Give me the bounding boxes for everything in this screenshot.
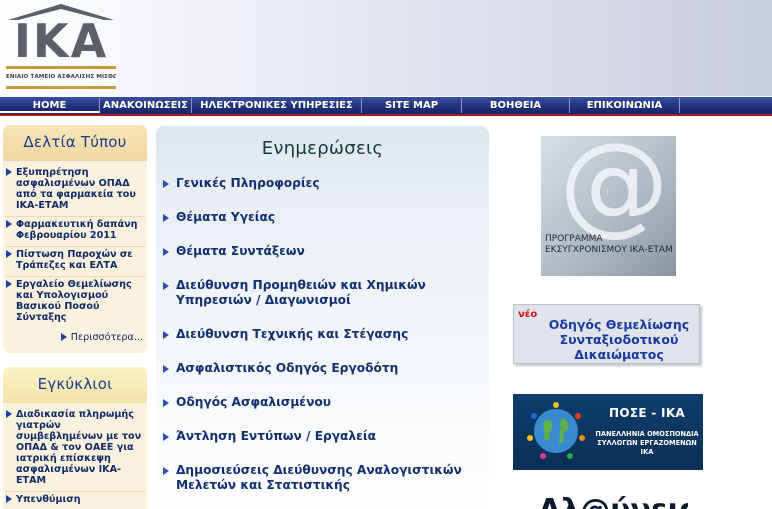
arrow-right-icon — [163, 214, 169, 222]
pension-guide-text: Οδηγός Θεμελίωσης Συνταξιοδοτικού Δικαιώ… — [548, 317, 690, 362]
list-item[interactable]: Εξυπηρέτηση ασφαλισμένων ΟΠΑΔ από τα φαρ… — [5, 165, 145, 217]
updates-item[interactable]: Οδηγός Ασφαλισμένου — [163, 395, 481, 410]
list-item[interactable]: Διαδικασία πληρωμής γιατρών συμβεβλημένω… — [5, 407, 145, 492]
updates-list: Γενικές Πληροφορίες Θέματα Υγείας Θέματα… — [156, 176, 489, 493]
nav-e-services[interactable]: ΗΛΕΚΤΡΟΝΙΚΕΣ ΥΠΗΡΕΣΙΕΣ — [192, 98, 362, 113]
circulars-list: Διαδικασία πληρωμής γιατρών συμβεβλημένω… — [3, 403, 147, 509]
site-header: ΙΚΑ ΕΝΙΑΙΟ ΤΑΜΕΙΟ ΑΣΦΑΛΙΣΗΣ ΜΙΣΘΩΤΩΝ — [0, 0, 772, 96]
ika-logo[interactable]: ΙΚΑ ΕΝΙΑΙΟ ΤΑΜΕΙΟ ΑΣΦΑΛΙΣΗΣ ΜΙΣΘΩΤΩΝ — [4, 2, 118, 94]
press-releases-list: Εξυπηρέτηση ασφαλισμένων ΟΠΑΔ από τα φαρ… — [3, 161, 147, 332]
updates-item[interactable]: Θέματα Υγείας — [163, 210, 481, 225]
list-item[interactable]: Εργαλείο Θεμελίωσης και Υπολογισμού Βασι… — [5, 277, 145, 328]
arrow-right-icon — [6, 495, 12, 503]
updates-item[interactable]: Διεύθυνση Προμηθειών και Χημικών Υπηρεσι… — [163, 278, 481, 308]
press-releases-title: Δελτία Τύπου — [3, 125, 147, 161]
updates-panel: Ενημερώσεις Γενικές Πληροφορίες Θέματα Υ… — [156, 126, 489, 509]
modernization-text: ΠΡΟΓΡΑΜΜΑ ΕΚΣΥΓΧΡΟΝΙΣΜΟΥ ΙΚΑ-ΕΤΑΜ — [545, 234, 673, 255]
arrow-right-icon — [6, 220, 12, 228]
list-item[interactable]: Υπενθύμιση — [5, 492, 145, 509]
pose-subtitle: ΠΑΝΕΛΛΗΝΙΑ ΟΜΟΣΠΟΝΔΙΑ ΣΥΛΛΟΓΩΝ ΕΡΓΑΖΟΜΕΝ… — [595, 430, 699, 456]
updates-item[interactable]: Ασφαλιστικός Οδηγός Εργοδότη — [163, 361, 481, 376]
list-item[interactable]: Πίστωση Παροχών σε Τράπεζες και ΕΛΤΑ — [5, 247, 145, 277]
arrow-right-icon — [163, 433, 169, 441]
logo-rule-bottom — [6, 86, 116, 89]
updates-item[interactable]: Άντληση Εντύπων / Εργαλεία — [163, 429, 481, 444]
arrow-right-icon — [6, 410, 12, 418]
updates-item[interactable]: Δημοσιεύσεις Διεύθυνσης Αναλογιστικών Με… — [163, 463, 481, 493]
arrow-right-icon — [6, 168, 12, 176]
arrow-right-icon — [163, 180, 169, 188]
updates-title: Ενημερώσεις — [261, 138, 384, 159]
logo-rule-top — [6, 66, 116, 69]
alilengyi-logo[interactable]: Αλ@ύνεια — [538, 496, 688, 509]
nav-contact[interactable]: ΕΠΙΚΟΙΝΩΝΙΑ — [570, 98, 680, 113]
arrow-right-icon — [163, 399, 169, 407]
list-item[interactable]: Φαρμακευτική δαπάνη Φεβρουαρίου 2011 — [5, 217, 145, 247]
press-more-link[interactable]: Περισσότερα... — [3, 332, 147, 353]
new-badge: νέο — [518, 309, 538, 320]
nav-announcements[interactable]: ΑΝΑΚΟΙΝΩΣΕΙΣ — [100, 98, 192, 113]
main-nav: HOME ΑΝΑΚΟΙΝΩΣΕΙΣ ΗΛΕΚΤΡΟΝΙΚΕΣ ΥΠΗΡΕΣΙΕΣ… — [0, 97, 772, 116]
arrow-right-icon — [163, 282, 169, 290]
nav-home[interactable]: HOME — [0, 98, 100, 113]
pension-guide-banner[interactable]: νέο Οδηγός Θεμελίωσης Συνταξιοδοτικού Δι… — [513, 304, 700, 364]
at-sign-icon: @ — [559, 119, 669, 247]
arrow-right-icon — [163, 331, 169, 339]
left-column: Δελτία Τύπου Εξυπηρέτηση ασφαλισμένων ΟΠ… — [3, 125, 147, 509]
right-column: @ ΠΡΟΓΡΑΜΜΑ ΕΚΣΥΓΧΡΟΝΙΣΜΟΥ ΙΚΑ-ΕΤΑΜ νέο … — [510, 126, 772, 509]
nav-site-map[interactable]: SITE MAP — [362, 98, 462, 113]
arrow-right-icon — [6, 250, 12, 258]
arrow-right-icon — [163, 365, 169, 373]
pose-ika-banner[interactable]: ΠΟΣΕ - ΙΚΑ ΠΑΝΕΛΛΗΝΙΑ ΟΜΟΣΠΟΝΔΙΑ ΣΥΛΛΟΓΩ… — [513, 394, 703, 470]
arrow-right-icon — [163, 248, 169, 256]
circulars-box: Εγκύκλιοι Διαδικασία πληρωμής γιατρών συ… — [3, 367, 147, 509]
circulars-title: Εγκύκλιοι — [3, 367, 147, 403]
press-releases-box: Δελτία Τύπου Εξυπηρέτηση ασφαλισμένων ΟΠ… — [3, 125, 147, 353]
updates-item[interactable]: Διεύθυνση Τεχνικής και Στέγασης — [163, 327, 481, 342]
globe-people-icon — [527, 402, 585, 459]
arrow-right-icon — [6, 280, 12, 288]
arrow-right-icon — [163, 467, 169, 475]
updates-item[interactable]: Θέματα Συντάξεων — [163, 244, 481, 259]
nav-help[interactable]: ΒΟΗΘΕΙΑ — [462, 98, 570, 113]
logo-letters: ΙΚΑ — [13, 14, 109, 68]
updates-item[interactable]: Γενικές Πληροφορίες — [163, 176, 481, 191]
modernization-banner[interactable]: @ ΠΡΟΓΡΑΜΜΑ ΕΚΣΥΓΧΡΟΝΙΣΜΟΥ ΙΚΑ-ΕΤΑΜ — [541, 128, 676, 276]
pose-title: ΠΟΣΕ - ΙΚΑ — [608, 406, 686, 420]
logo-subtitle: ΕΝΙΑΙΟ ΤΑΜΕΙΟ ΑΣΦΑΛΙΣΗΣ ΜΙΣΘΩΤΩΝ — [6, 74, 116, 80]
arrow-right-icon — [60, 333, 67, 341]
